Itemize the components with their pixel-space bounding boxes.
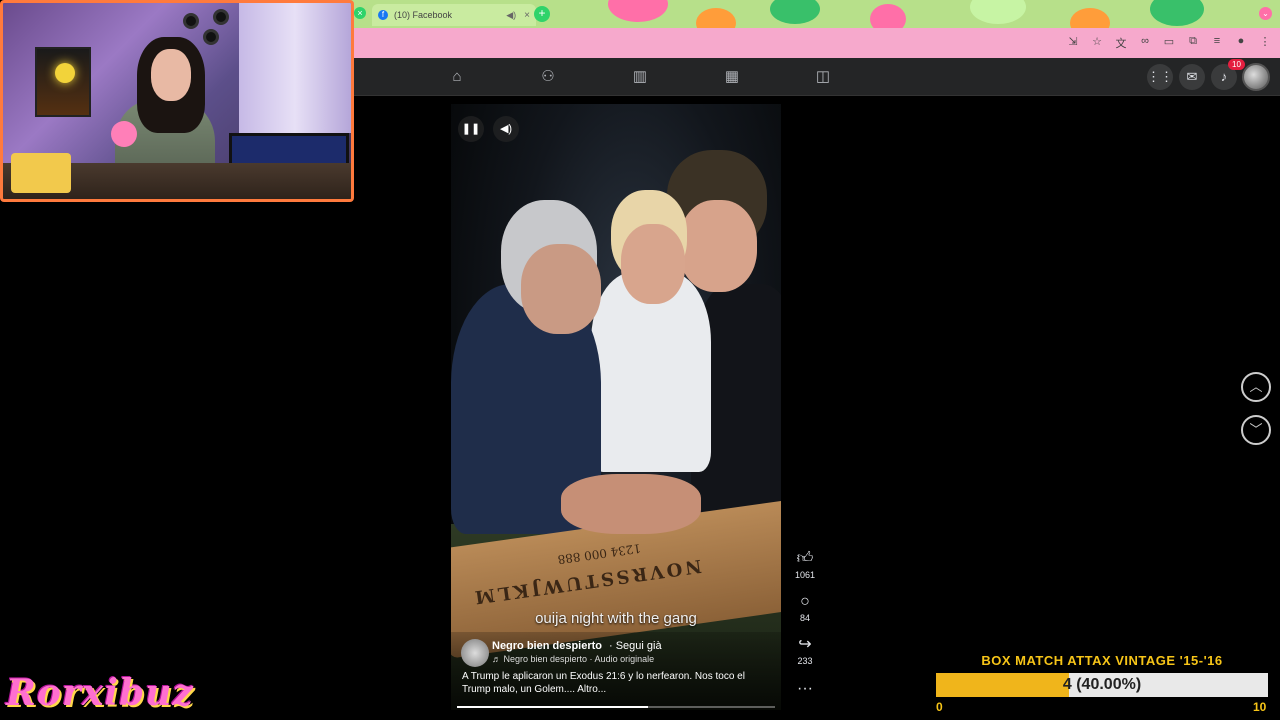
profile-icon[interactable]: ● — [1234, 35, 1248, 51]
like-button[interactable]: 👍︎ 1061 — [788, 550, 822, 580]
decor-mushroom — [1070, 8, 1110, 28]
overlay-title: BOX MATCH ATTAX VINTAGE '15-'16 — [981, 653, 1223, 668]
home-icon[interactable]: ⌂ — [448, 68, 466, 86]
next-reel-button[interactable]: ﹀ — [1241, 415, 1271, 445]
hands-on-planchette — [561, 474, 701, 534]
overlay-percent: (40.00%) — [1076, 676, 1142, 693]
follow-status[interactable]: · Segui già — [609, 640, 662, 652]
desk-toys — [11, 153, 71, 193]
share-count: 233 — [797, 656, 813, 666]
messenger-icon[interactable]: ✉ — [1179, 64, 1205, 90]
decor-smiley — [608, 0, 668, 22]
person-middle-face — [621, 224, 685, 304]
overlay-min: 0 — [936, 700, 943, 714]
menu-grid-icon[interactable]: ⋮⋮ — [1147, 64, 1173, 90]
streamer-face — [151, 49, 191, 101]
webcam-overlay — [0, 0, 354, 202]
media-control-icon[interactable]: ≡ — [1210, 35, 1224, 51]
account-avatar[interactable] — [1242, 63, 1270, 91]
video-progress[interactable] — [457, 706, 775, 708]
like-count: 1061 — [794, 570, 816, 580]
notification-badge: 10 — [1228, 59, 1245, 70]
close-tab-icon[interactable]: × — [524, 10, 530, 21]
person-left-face — [521, 244, 601, 334]
decor-smiley — [770, 0, 820, 24]
overlay-goal-text: 4 (40.00%) — [936, 673, 1268, 697]
speaker-icon[interactable]: ◀) — [506, 10, 516, 21]
overlay-current: 4 — [1062, 676, 1072, 693]
comment-icon: ○ — [800, 593, 810, 610]
marketplace-icon[interactable]: ▦ — [723, 68, 741, 86]
gaming-icon[interactable]: ◫ — [814, 68, 832, 86]
friends-icon[interactable]: ⚇ — [539, 68, 557, 86]
reel-video[interactable]: 1234 000 888 NOVRSSTUWJKLM ❚❚ ◀) ouija n… — [451, 104, 781, 710]
ouija-letters: NOVRSSTUWJKLM — [470, 554, 703, 608]
comment-button[interactable]: ○ 84 — [788, 593, 822, 623]
browser-tab-strip: × f (10) Facebook ◀) × + ⌄ — [350, 0, 1280, 28]
ouija-numbers: 1234 000 888 — [556, 541, 642, 567]
share-icon: ↪ — [798, 636, 812, 653]
tab-facebook[interactable]: f (10) Facebook ◀) × — [372, 4, 536, 26]
audio-source[interactable]: ♬ Negro bien despierto · Audio originale — [492, 654, 654, 664]
reel-meta: Negro bien despierto · Segui già ♬ Negro… — [451, 632, 781, 710]
stream-screen: × f (10) Facebook ◀) × + ⌄ ⇲ ☆ 文 ∞ ▭ ⧉ ≡… — [0, 0, 1280, 720]
author-name[interactable]: Negro bien despierto — [492, 640, 602, 652]
wall-vinyl — [213, 9, 229, 25]
facebook-icon: f — [378, 10, 388, 20]
decor-dots — [970, 0, 1026, 24]
author-avatar[interactable] — [461, 639, 489, 667]
person-right-face — [679, 200, 757, 292]
decor-smiley — [1150, 0, 1204, 26]
address-bar[interactable]: ⇲ ☆ 文 ∞ ▭ ⧉ ≡ ● ⋮ — [350, 28, 1280, 58]
facebook-top-nav: ⌂ ⚇ ▥ ▦ ◫ ⋮⋮ ✉ ♪ 10 — [350, 58, 1280, 96]
previous-reel-button[interactable]: ︿ — [1241, 372, 1271, 402]
toolbar-icons: ⇲ ☆ 文 ∞ ▭ ⧉ ≡ ● ⋮ — [1066, 35, 1272, 51]
video-progress-fill — [457, 706, 648, 708]
share-button[interactable]: ↪ 233 — [788, 636, 822, 666]
decor-mushroom — [696, 8, 736, 28]
extension-icon[interactable]: ⧉ — [1186, 35, 1200, 51]
webcam-curtain — [239, 3, 351, 133]
tab-title: (10) Facebook — [394, 10, 453, 20]
video-caption: ouija night with the gang — [535, 610, 697, 627]
translate-icon[interactable]: 文 — [1114, 35, 1128, 51]
tab-search-icon[interactable]: ⌄ — [1259, 7, 1272, 20]
new-tab-button[interactable]: + — [534, 6, 550, 22]
more-icon: ··· — [797, 680, 813, 697]
more-options-button[interactable]: ··· — [788, 680, 822, 698]
bookmark-star-icon[interactable]: ☆ — [1090, 35, 1104, 51]
tab-group-icon[interactable]: × — [354, 7, 366, 19]
overlay-goal-bar: 4 (40.00%) — [936, 673, 1268, 697]
streamer-brand-logo: Rorxibuz — [6, 672, 194, 714]
thumbs-up-icon: 👍︎ — [796, 550, 814, 567]
volume-button[interactable]: ◀) — [493, 116, 519, 142]
link-icon[interactable]: ∞ — [1138, 35, 1152, 51]
decor-mushroom — [870, 4, 906, 28]
overlay-max: 10 — [1253, 700, 1267, 714]
menu-kebab-icon[interactable]: ⋮ — [1258, 35, 1272, 51]
reel-description[interactable]: A Trump le aplicaron un Exodus 21:6 y lo… — [462, 670, 762, 696]
comment-count: 84 — [799, 613, 810, 623]
wall-vinyl — [203, 29, 219, 45]
install-app-icon[interactable]: ⇲ — [1066, 35, 1080, 51]
reader-icon[interactable]: ▭ — [1162, 35, 1176, 51]
wall-poster — [35, 47, 91, 117]
video-icon[interactable]: ▥ — [631, 68, 649, 86]
pause-button[interactable]: ❚❚ — [458, 116, 484, 142]
wall-vinyl — [183, 13, 199, 29]
microphone — [111, 121, 137, 147]
